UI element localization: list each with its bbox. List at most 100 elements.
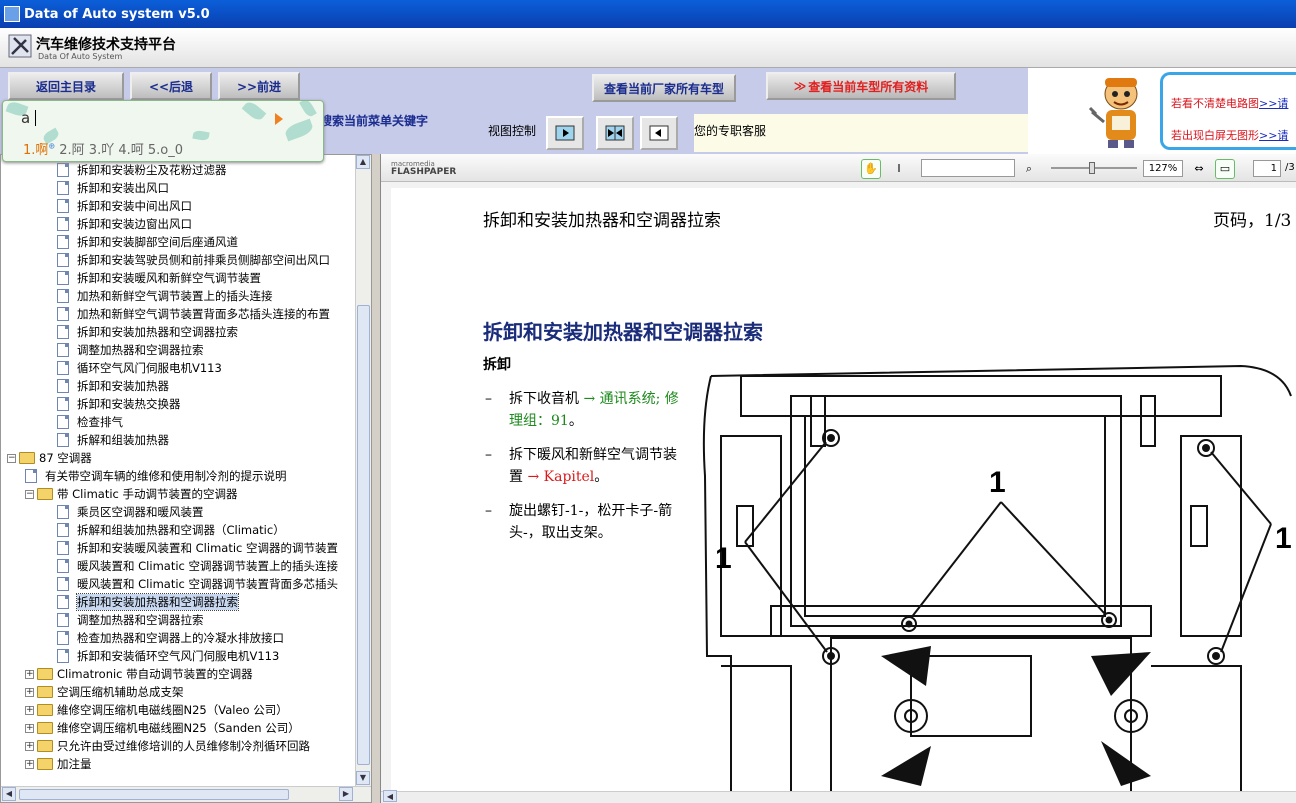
zoom-slider-knob[interactable] [1089, 162, 1095, 174]
fit-page-icon[interactable]: ▭ [1215, 159, 1235, 179]
tree-hscroll-thumb[interactable] [19, 789, 289, 800]
doc-page-number: 页码，1/3 [1213, 211, 1292, 231]
tree-doc-item[interactable]: 检查加热器和空调器上的冷凝水排放接口 [57, 629, 284, 647]
all-data-button[interactable]: ≫ 查看当前车型所有资料 [766, 72, 956, 100]
tree-doc-item[interactable]: 拆卸和安装出风口 [57, 179, 169, 197]
tree-doc-item[interactable]: 加热和新鲜空气调节装置背面多芯插头连接的布置 [57, 305, 330, 323]
tree-doc-item[interactable]: 拆解和组装加热器 [57, 431, 169, 449]
tree-doc-item[interactable]: 拆卸和安装边窗出风口 [57, 215, 192, 233]
tree-folder-item[interactable]: − 带 Climatic 手动调节装置的空调器 [25, 485, 238, 503]
collapse-icon[interactable]: − [7, 453, 16, 463]
scroll-down-icon[interactable]: ▼ [356, 771, 370, 785]
tree-doc-item[interactable]: 调整加热器和空调器拉索 [57, 611, 204, 629]
tree-doc-item[interactable]: 拆卸和安装加热器和空调器拉索 [57, 323, 238, 341]
view-expand-right-button[interactable] [546, 116, 584, 150]
tree-folder-item[interactable]: + 维修空调压缩机电磁线圈N25（Sanden 公司） [25, 719, 300, 737]
help-circuit-link[interactable]: >>请 [1259, 97, 1288, 110]
folder-icon [37, 758, 53, 770]
tree-doc-item[interactable]: 拆卸和安装粉尘及花粉过滤器 [57, 161, 227, 179]
tree-doc-item[interactable]: 拆卸和安装热交换器 [57, 395, 181, 413]
tree-doc-item[interactable]: 检查排气 [57, 413, 123, 431]
tree-folder-item[interactable]: + Climatronic 带自动调节装置的空调器 [25, 665, 253, 683]
tree-item-label: 暖风装置和 Climatic 空调器调节装置上的插头连接 [77, 559, 339, 573]
text-cursor [35, 110, 36, 126]
tools-logo-icon [8, 34, 32, 58]
tree-doc-item[interactable]: 拆卸和安装驾驶员侧和前排乘员侧脚部空间出风口 [57, 251, 330, 269]
ime-next-page-icon[interactable] [275, 113, 283, 125]
tree-doc-item[interactable]: 拆卸和安装加热器 [57, 377, 169, 395]
view-split-button[interactable] [596, 116, 634, 150]
help-blank-link[interactable]: >>请 [1259, 129, 1288, 142]
tree-doc-item[interactable]: 拆卸和安装暖风装置和 Climatic 空调器的调节装置 [57, 539, 338, 557]
forward-button[interactable]: >>前进 [218, 72, 300, 100]
viewer-search-input[interactable] [921, 159, 1015, 177]
page-number-input[interactable]: 1 [1253, 160, 1281, 177]
back-button[interactable]: <<后退 [130, 72, 212, 100]
expand-icon[interactable]: + [25, 669, 34, 679]
expand-icon[interactable]: + [25, 741, 34, 751]
viewer-scroll-left-icon[interactable]: ◀ [383, 790, 397, 802]
tree-folder-item[interactable]: + 加注量 [25, 755, 92, 773]
expand-icon[interactable]: + [25, 759, 34, 769]
viewer-horizontal-scrollbar[interactable]: ◀ [381, 790, 1296, 803]
tree-horizontal-scrollbar[interactable]: ◀ ▶ [1, 786, 371, 802]
ime-candidate-3[interactable]: 3.吖 [89, 143, 114, 158]
ime-candidate-4[interactable]: 4.呵 [118, 143, 143, 158]
tree-doc-item[interactable]: 拆卸和安装中间出风口 [57, 197, 192, 215]
view-expand-left-button[interactable] [640, 116, 678, 150]
document-icon [57, 649, 69, 663]
tree-folder-item[interactable]: + 只允许由受过维修培训的人员维修制冷剂循环回路 [25, 737, 310, 755]
tree-folder-item[interactable]: + 維修空调压缩机电磁线圈N25（Valeo 公司） [25, 701, 288, 719]
text-select-icon[interactable]: I [889, 159, 909, 179]
tree-doc-item[interactable]: 暖风装置和 Climatic 空调器调节装置上的插头连接 [57, 557, 338, 575]
expand-icon[interactable]: + [25, 705, 34, 715]
help-line-blank[interactable]: 若出现白屏无图形>>请 [1171, 127, 1288, 143]
catalog-tree[interactable]: 拆卸和安装粉尘及花粉过滤器 拆卸和安装出风口 拆卸和安装中间出风口 拆卸和安装边窗出风… [0, 154, 372, 803]
tree-doc-item[interactable]: 拆卸和安装循环空气风门伺服电机V113 [57, 647, 279, 665]
step2-link[interactable]: → Kapitel [527, 469, 594, 485]
scroll-right-icon[interactable]: ▶ [339, 787, 353, 801]
collapse-icon[interactable]: − [25, 489, 34, 499]
scroll-up-icon[interactable]: ▲ [356, 155, 370, 169]
ime-candidate-5[interactable]: 5.o_0 [148, 143, 183, 158]
tree-doc-item[interactable]: 拆解和组装加热器和空调器（Climatic） [57, 521, 285, 539]
hand-tool-icon[interactable]: ✋ [861, 159, 881, 179]
tree-doc-item[interactable]: 调整加热器和空调器拉索 [57, 341, 204, 359]
fit-width-icon[interactable]: ⇔ [1189, 159, 1209, 179]
tree-doc-item[interactable]: 暖风装置和 Climatic 空调器调节装置背面多芯插头 [57, 575, 338, 593]
tree-doc-item[interactable]: 拆卸和安装加热器和空调器拉索 [57, 593, 239, 611]
tree-item-label: 拆解和组装加热器 [77, 433, 169, 447]
document-icon [57, 595, 69, 609]
tree-folder-item[interactable]: + 空调压缩机辅助总成支架 [25, 683, 184, 701]
expand-icon[interactable]: + [25, 687, 34, 697]
tree-item-label: 拆卸和安装热交换器 [77, 397, 181, 411]
tree-folder-item[interactable]: − 87 空调器 [7, 449, 92, 467]
home-button[interactable]: 返回主目录 [8, 72, 124, 100]
tree-doc-item[interactable]: 有关带空调车辆的维修和使用制冷剂的提示说明 [25, 467, 287, 485]
help-line-circuit[interactable]: 若看不清楚电路图>>请 [1171, 95, 1288, 111]
tree-item-label: Climatronic 带自动调节装置的空调器 [57, 667, 253, 681]
tree-item-label: 拆卸和安装循环空气风门伺服电机V113 [77, 649, 280, 663]
tree-vertical-scrollbar[interactable]: ▲ ▼ [355, 155, 371, 787]
document-icon [57, 217, 69, 231]
tree-doc-item[interactable]: 加热和新鲜空气调节装置上的插头连接 [57, 287, 273, 305]
ime-candidate-2[interactable]: 2.阿 [59, 143, 84, 158]
ime-candidate-1[interactable]: 1.啊 [23, 143, 48, 158]
tree-scroll-thumb[interactable] [357, 305, 370, 765]
tree-doc-item[interactable]: 乘员区空调器和暖风装置 [57, 503, 204, 521]
split-arrows-icon [605, 125, 625, 141]
expand-icon[interactable]: + [25, 723, 34, 733]
search-icon[interactable]: ⌕ [1019, 159, 1039, 179]
app-title: 汽车维修技术支持平台 [36, 37, 176, 53]
scroll-left-icon[interactable]: ◀ [2, 787, 16, 801]
view-control-label: 视图控制 [488, 124, 537, 138]
tree-doc-item[interactable]: 循环空气风门伺服电机V113 [57, 359, 222, 377]
tree-item-label: 维修空调压缩机电磁线圈N25（Sanden 公司） [57, 721, 300, 735]
all-models-button[interactable]: 查看当前厂家所有车型 [592, 74, 736, 102]
tree-item-label: 循环空气风门伺服电机V113 [77, 361, 222, 375]
tree-doc-item[interactable]: 拆卸和安装脚部空间后座通风道 [57, 233, 238, 251]
zoom-level[interactable]: 127% [1143, 160, 1183, 177]
viewer-toolbar: macromedia FLASHPAPER ✋ I ⌕ 127% ⇔ ▭ 1 /… [381, 154, 1296, 182]
step2-end: 。 [594, 469, 609, 485]
tree-doc-item[interactable]: 拆卸和安装暖风和新鲜空气调节装置 [57, 269, 261, 287]
